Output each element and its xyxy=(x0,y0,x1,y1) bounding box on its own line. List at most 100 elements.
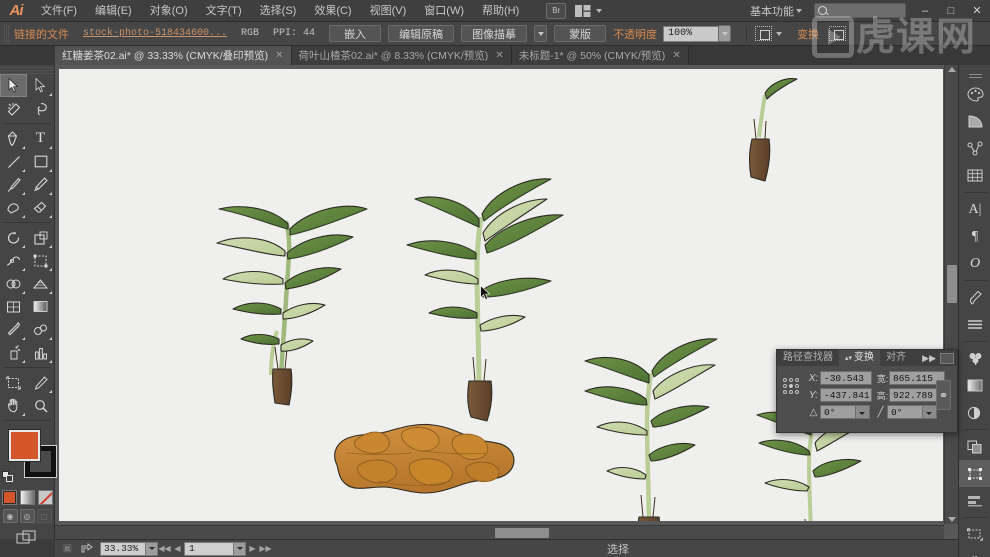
transform-panel[interactable]: 路径查找器 ▴▾变换 对齐 ▶▶ X: -30.543 宽: 865.115 xyxy=(776,349,958,433)
scale-tool[interactable] xyxy=(27,226,54,249)
anchor-point[interactable] xyxy=(789,378,793,382)
magic-wand-tool[interactable] xyxy=(0,97,27,120)
collapse-panel-icon[interactable]: ▶▶ xyxy=(922,353,936,364)
y-input[interactable]: -437.841 xyxy=(820,388,872,402)
vertical-scroll-thumb[interactable] xyxy=(947,265,957,303)
panel-menu-icon[interactable] xyxy=(940,352,954,364)
align-panel-icon[interactable] xyxy=(959,487,990,514)
menu-item-edit[interactable]: 编辑(E) xyxy=(86,0,141,22)
transparency-panel-icon[interactable] xyxy=(959,399,990,426)
anchor-point-center[interactable] xyxy=(789,384,793,388)
arrange-documents-button[interactable] xyxy=(574,4,608,18)
close-icon[interactable]: ✕ xyxy=(495,50,503,61)
image-trace-dropdown[interactable] xyxy=(534,25,548,42)
tools-panel-grip[interactable] xyxy=(0,65,54,74)
opacity-dropdown[interactable] xyxy=(718,25,732,42)
menu-item-select[interactable]: 选择(S) xyxy=(251,0,306,22)
image-trace-button[interactable]: 图像描摹 xyxy=(461,25,528,42)
control-bar-grip[interactable] xyxy=(4,24,9,43)
gradient-tool[interactable] xyxy=(27,295,54,318)
menu-item-type[interactable]: 文字(T) xyxy=(197,0,251,22)
menu-item-effect[interactable]: 效果(C) xyxy=(305,0,360,22)
stroke-panel-icon[interactable] xyxy=(959,311,990,338)
none-button[interactable] xyxy=(37,490,53,505)
canvas-area[interactable] xyxy=(55,65,958,539)
maximize-button[interactable]: □ xyxy=(938,0,964,22)
tab-align[interactable]: 对齐 xyxy=(880,350,912,366)
last-artboard-button[interactable]: ▶▶ xyxy=(259,542,272,556)
linked-file-name[interactable]: stock-photo-518434600... xyxy=(83,28,227,39)
vertical-scrollbar[interactable] xyxy=(944,65,958,524)
document-tab-2[interactable]: 荷叶山楂茶02.ai* @ 8.33% (CMYK/预览) ✕ xyxy=(291,46,512,65)
scroll-up-icon[interactable] xyxy=(948,67,956,72)
mask-button[interactable]: 蒙版 xyxy=(554,25,607,42)
color-panel-icon[interactable] xyxy=(959,81,990,108)
align-objects-icon[interactable] xyxy=(829,26,847,41)
shape-builder-tool[interactable] xyxy=(0,272,27,295)
menu-item-window[interactable]: 窗口(W) xyxy=(415,0,473,22)
artboard-navigation-icon[interactable]: ▣ xyxy=(59,542,76,556)
link-chain-icon[interactable]: ⚭ xyxy=(936,380,951,410)
column-graph-tool[interactable] xyxy=(27,341,54,364)
paintbrush-tool[interactable] xyxy=(0,173,27,196)
close-button[interactable]: ✕ xyxy=(964,0,990,22)
close-icon[interactable]: ✕ xyxy=(672,50,680,61)
type-tool[interactable]: T xyxy=(27,127,54,150)
width-tool[interactable] xyxy=(0,249,27,272)
perspective-grid-tool[interactable] xyxy=(27,272,54,295)
draw-behind-button[interactable]: ◎ xyxy=(19,509,35,523)
bridge-icon[interactable]: Br xyxy=(546,2,567,19)
eraser-tool[interactable] xyxy=(27,196,54,219)
brushes-panel-icon[interactable] xyxy=(959,284,990,311)
graphic-styles-panel-icon[interactable] xyxy=(959,548,990,557)
opacity-label[interactable]: 不透明度 xyxy=(613,26,657,42)
eyedropper-tool[interactable] xyxy=(0,318,27,341)
artboard-number-input[interactable]: 1 xyxy=(184,541,234,556)
chevron-down-icon[interactable] xyxy=(796,8,802,13)
menu-item-help[interactable]: 帮助(H) xyxy=(473,0,528,22)
symbol-sprayer-tool[interactable] xyxy=(0,341,27,364)
screen-mode-toggle[interactable] xyxy=(0,530,54,545)
reference-point-selector[interactable] xyxy=(783,378,800,395)
embed-button[interactable]: 嵌入 xyxy=(329,25,382,42)
tab-transform[interactable]: ▴▾ 变换 xyxy=(839,350,881,366)
transform-label[interactable]: 变换 xyxy=(797,26,819,42)
dock-collapse-handle[interactable] xyxy=(959,68,990,81)
default-fill-stroke-icon[interactable] xyxy=(2,471,13,482)
zoom-level-input[interactable]: 33.33% xyxy=(100,541,146,556)
horizontal-scroll-thumb[interactable] xyxy=(495,528,549,538)
gradient-panel-icon[interactable] xyxy=(959,372,990,399)
anchor-point[interactable] xyxy=(795,384,799,388)
workspace-switcher[interactable]: 基本功能 xyxy=(750,3,794,19)
artboard-number-dropdown[interactable] xyxy=(234,541,246,556)
anchor-point[interactable] xyxy=(795,378,799,382)
anchor-point[interactable] xyxy=(783,378,787,382)
anchor-point[interactable] xyxy=(795,390,799,394)
draw-normal-button[interactable]: ◉ xyxy=(2,509,18,523)
anchor-point[interactable] xyxy=(783,390,787,394)
shear-input[interactable]: 0° xyxy=(887,405,937,419)
document-setup-button[interactable] xyxy=(755,26,788,41)
free-transform-tool[interactable] xyxy=(27,249,54,272)
artboard-tool[interactable] xyxy=(0,371,27,394)
document-tab-3[interactable]: 未标题-1* @ 50% (CMYK/预览) ✕ xyxy=(511,46,689,65)
gradient-button[interactable] xyxy=(19,490,35,505)
draw-inside-button[interactable]: ▢ xyxy=(36,509,52,523)
opentype-panel-icon[interactable]: O xyxy=(959,250,990,277)
x-input[interactable]: -30.543 xyxy=(820,371,872,385)
blend-tool[interactable] xyxy=(27,318,54,341)
artboards-panel-icon[interactable] xyxy=(959,521,990,548)
pathfinder-panel-icon[interactable] xyxy=(959,433,990,460)
first-artboard-button[interactable]: ◀◀ xyxy=(158,542,171,556)
next-artboard-button[interactable]: ▶ xyxy=(246,542,259,556)
share-icon[interactable] xyxy=(78,542,95,556)
line-segment-tool[interactable] xyxy=(0,150,27,173)
minimize-button[interactable]: – xyxy=(912,0,938,22)
blob-brush-tool[interactable] xyxy=(0,196,27,219)
menu-item-file[interactable]: 文件(F) xyxy=(32,0,86,22)
tab-pathfinder[interactable]: 路径查找器 xyxy=(777,350,839,366)
pen-tool[interactable] xyxy=(0,127,27,150)
prev-artboard-button[interactable]: ◀ xyxy=(171,542,184,556)
zoom-tool[interactable] xyxy=(27,394,54,417)
hand-tool[interactable] xyxy=(0,394,27,417)
